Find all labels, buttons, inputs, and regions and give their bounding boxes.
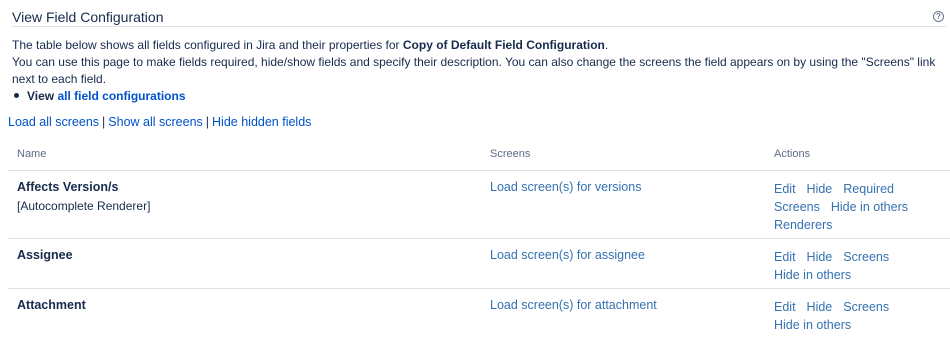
table-header: Name Screens Actions <box>8 140 950 171</box>
edit-link[interactable]: Edit <box>774 182 796 196</box>
intro-text: The table below shows all fields configu… <box>12 37 948 88</box>
required-link[interactable]: Required <box>843 182 894 196</box>
renderers-link[interactable]: Renderers <box>774 218 832 232</box>
intro-line-1: The table below shows all fields configu… <box>12 37 948 54</box>
load-all-screens-link[interactable]: Load all screens <box>8 115 99 129</box>
field-name: Affects Version/s <box>17 180 119 194</box>
load-screens-link[interactable]: Load screen(s) for assignee <box>490 248 645 262</box>
screens-link[interactable]: Screens <box>843 300 889 314</box>
hide-in-others-link[interactable]: Hide in others <box>774 318 851 332</box>
show-all-screens-link[interactable]: Show all screens <box>108 115 203 129</box>
hide-link[interactable]: Hide <box>807 300 833 314</box>
bullet-icon <box>14 93 19 98</box>
field-actions: Edit Hide Screens Hide in others <box>774 298 944 334</box>
field-renderer: [Autocomplete Renderer] <box>17 199 151 213</box>
intro-line-1-prefix: The table below shows all fields configu… <box>12 38 403 52</box>
hide-in-others-link[interactable]: Hide in others <box>831 200 908 214</box>
column-header-screens: Screens <box>490 148 531 160</box>
table-row: Attachment Load screen(s) for attachment… <box>8 289 950 338</box>
field-name: Assignee <box>17 248 73 262</box>
screens-link[interactable]: Screens <box>843 250 889 264</box>
separator: | <box>205 115 210 129</box>
separator: | <box>102 115 106 129</box>
screens-link[interactable]: Screens <box>774 200 820 214</box>
column-header-actions: Actions <box>774 148 811 160</box>
hide-link[interactable]: Hide <box>807 182 833 196</box>
intro-line-2: You can use this page to make fields req… <box>12 55 936 86</box>
load-screens-link[interactable]: Load screen(s) for versions <box>490 180 641 194</box>
all-field-configurations-link[interactable]: all field configurations <box>57 89 185 103</box>
help-icon[interactable]: ? <box>933 11 944 22</box>
view-label: View <box>27 89 55 103</box>
load-screens-link[interactable]: Load screen(s) for attachment <box>490 298 657 312</box>
view-configurations-item: View all field configurations <box>14 88 186 104</box>
edit-link[interactable]: Edit <box>774 250 796 264</box>
field-actions: Edit Hide Required Screens Hide in others R… <box>774 180 944 234</box>
edit-link[interactable]: Edit <box>774 300 796 314</box>
page-header: View Field Configuration ? <box>12 8 946 27</box>
hide-link[interactable]: Hide <box>807 250 833 264</box>
column-header-name: Name <box>17 148 47 160</box>
field-name: Attachment <box>17 298 86 312</box>
config-name: Copy of Default Field Configuration <box>402 38 605 52</box>
hide-hidden-fields-link[interactable]: Hide hidden fields <box>212 115 311 129</box>
page-title: View Field Configuration <box>12 9 164 25</box>
field-configuration-table: Name Screens Actions Affects Version/s [… <box>8 140 950 338</box>
screen-toggle-links: Load all screens | Show all screens | Hide h… <box>8 114 311 130</box>
field-actions: Edit Hide Screens Hide in others <box>774 248 944 284</box>
hide-in-others-link[interactable]: Hide in others <box>774 268 851 282</box>
table-row: Affects Version/s [Autocomplete Renderer… <box>8 171 950 239</box>
intro-line-1-suffix: . <box>604 38 609 52</box>
table-row: Assignee Load screen(s) for assignee Edi… <box>8 239 950 289</box>
